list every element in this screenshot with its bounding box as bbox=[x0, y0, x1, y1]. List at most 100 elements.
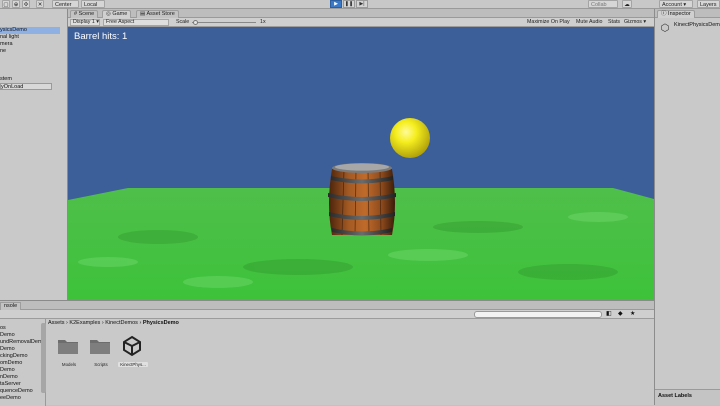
inspector-panel: ⓘ Inspector ⬡ KinectPhysicsDem Asset Lab… bbox=[654, 9, 720, 405]
transform-tool-icon[interactable]: ⊕ bbox=[12, 0, 20, 8]
filter-icon[interactable]: ◧ bbox=[606, 310, 612, 317]
game-toolbar: Display 1 ▾ Free Aspect Scale 1x Maximiz… bbox=[68, 18, 654, 27]
asset-label: Models bbox=[61, 362, 77, 367]
mute-audio-toggle[interactable]: Mute Audio bbox=[576, 19, 603, 26]
hierarchy-item[interactable]: stem bbox=[0, 76, 60, 83]
tree-item[interactable]: nDemo bbox=[0, 374, 42, 381]
tab-console[interactable]: nsole bbox=[0, 302, 22, 310]
step-button[interactable]: ▶| bbox=[356, 0, 368, 8]
tab-asset-store-label: Asset Store bbox=[146, 11, 175, 17]
tree-item[interactable]: Demo bbox=[0, 332, 42, 339]
scale-slider-track[interactable] bbox=[192, 22, 256, 23]
scale-slider-handle[interactable] bbox=[193, 20, 198, 25]
play-button[interactable]: ▶ bbox=[330, 0, 342, 8]
unity-logo-icon bbox=[123, 335, 141, 357]
star-icon[interactable]: ★ bbox=[630, 310, 635, 317]
cloud-icon[interactable]: ☁ bbox=[622, 0, 632, 8]
account-label: Account bbox=[662, 2, 682, 8]
asset-folder-models[interactable] bbox=[56, 336, 82, 364]
pause-icon: ❚❚ bbox=[344, 1, 354, 7]
inspector-tabbar: ⓘ Inspector bbox=[655, 9, 720, 18]
view-tabs: # Scene ◎ Game ▤ Asset Store bbox=[68, 9, 654, 18]
hierarchy-item[interactable]: nal light bbox=[0, 34, 60, 41]
display-dropdown[interactable]: Display 1 ▾ bbox=[70, 19, 100, 26]
project-tree: os Demo undRemovalDemo Demo ckingDemo om… bbox=[0, 319, 46, 406]
layers-dropdown[interactable]: Layers bbox=[697, 0, 720, 8]
tree-item[interactable]: ckingDemo bbox=[0, 353, 42, 360]
breadcrumb: Assets › K2Examples › KinectDemos › Phys… bbox=[48, 320, 179, 326]
tree-item[interactable]: Demo bbox=[0, 346, 42, 353]
custom-tool-icon[interactable]: ✣ bbox=[22, 0, 30, 8]
hierarchy-item[interactable]: ysicsDemo bbox=[0, 27, 60, 34]
hierarchy-item-label: mera bbox=[0, 41, 13, 47]
scale-label: Scale bbox=[176, 19, 190, 25]
collab-button[interactable]: Collab bbox=[588, 0, 618, 8]
space-label: Local bbox=[84, 2, 98, 8]
tree-scrollbar[interactable] bbox=[41, 323, 46, 393]
inspector-tab-label: Inspector bbox=[668, 11, 691, 17]
console-tab-label: nsole bbox=[4, 303, 18, 309]
asset-folder-scripts[interactable] bbox=[88, 336, 114, 364]
tab-game[interactable]: ◎ Game bbox=[102, 10, 132, 18]
barrel bbox=[328, 163, 396, 236]
unity-icon: ⬡ bbox=[660, 23, 670, 34]
account-dropdown[interactable]: Account ▾ bbox=[659, 0, 693, 8]
hierarchy-item[interactable]: yOnLoad bbox=[0, 83, 52, 90]
asset-labels-title: Asset Labels bbox=[658, 393, 692, 399]
hierarchy-item[interactable]: mera bbox=[0, 41, 60, 48]
chevron-right-icon: › bbox=[139, 320, 142, 326]
game-scene bbox=[68, 27, 654, 300]
game-view[interactable]: Barrel hits: 1 bbox=[68, 27, 654, 300]
close-icon[interactable]: ✕ bbox=[36, 0, 44, 8]
label-icon[interactable]: ◆ bbox=[618, 310, 623, 317]
rect-tool-icon[interactable]: ▢ bbox=[2, 0, 10, 8]
hierarchy-item-label: ne bbox=[0, 48, 7, 54]
step-icon: ▶| bbox=[359, 1, 365, 7]
project-tabbar: nsole bbox=[0, 301, 654, 310]
project-search-input[interactable] bbox=[474, 311, 602, 318]
tab-scene-label: Scene bbox=[78, 11, 95, 17]
breadcrumb-item[interactable]: K2Examples bbox=[69, 320, 100, 326]
tab-game-label: Game bbox=[112, 11, 128, 17]
aspect-dropdown[interactable]: Free Aspect bbox=[103, 19, 169, 26]
tree-item[interactable]: quenceDemo bbox=[0, 388, 42, 395]
folder-icon bbox=[58, 340, 78, 354]
hierarchy-item-label: nal light bbox=[0, 34, 19, 40]
tab-inspector[interactable]: ⓘ Inspector bbox=[657, 10, 695, 18]
maximize-on-play-toggle[interactable]: Maximize On Play bbox=[527, 19, 570, 26]
breadcrumb-item[interactable]: Assets bbox=[48, 320, 65, 326]
gizmos-dropdown[interactable]: Gizmos ▾ bbox=[624, 19, 646, 26]
aspect-label: Free Aspect bbox=[106, 19, 135, 25]
project-toolbar: ◧ ◆ ★ bbox=[0, 310, 654, 319]
pivot-label: Center bbox=[55, 2, 72, 8]
display-label: Display 1 bbox=[73, 19, 95, 25]
pivot-center-button[interactable]: Center bbox=[52, 0, 79, 8]
asset-label: KinectPhys... bbox=[118, 362, 148, 367]
game-icon: ◎ bbox=[106, 11, 111, 17]
store-icon: ▤ bbox=[140, 11, 146, 17]
stats-toggle[interactable]: Stats bbox=[608, 19, 620, 26]
tree-item[interactable]: Demo bbox=[0, 367, 42, 374]
hierarchy-panel: ysicsDemo nal light mera ne stem yOnLoad bbox=[0, 9, 68, 303]
breadcrumb-item[interactable]: PhysicsDemo bbox=[143, 320, 179, 326]
tree-item[interactable]: eeDemo bbox=[0, 395, 42, 402]
chevron-right-icon: › bbox=[101, 320, 104, 326]
tree-item[interactable]: undRemovalDemo bbox=[0, 339, 42, 346]
asset-label: Scripts bbox=[94, 362, 108, 367]
tree-item[interactable]: omDemo bbox=[0, 360, 42, 367]
hierarchy-item-label: stem bbox=[0, 76, 12, 82]
scene-icon: # bbox=[74, 11, 78, 17]
folder-icon bbox=[90, 340, 110, 354]
inspector-object-name: KinectPhysicsDem bbox=[674, 22, 720, 28]
asset-scene-kinectphysics[interactable] bbox=[121, 335, 145, 359]
breadcrumb-item[interactable]: KinectDemos bbox=[105, 320, 138, 326]
tab-asset-store[interactable]: ▤ Asset Store bbox=[136, 10, 179, 18]
project-panel: nsole ◧ ◆ ★ os Demo undRemovalDemo Demo … bbox=[0, 300, 654, 406]
tree-item[interactable]: os bbox=[0, 325, 42, 332]
tree-item[interactable]: taServer bbox=[0, 381, 42, 388]
tab-scene[interactable]: # Scene bbox=[70, 10, 99, 18]
hierarchy-item[interactable]: ne bbox=[0, 48, 60, 55]
hierarchy-item-label: yOnLoad bbox=[1, 84, 24, 90]
space-local-button[interactable]: Local bbox=[81, 0, 105, 8]
pause-button[interactable]: ❚❚ bbox=[343, 0, 355, 8]
